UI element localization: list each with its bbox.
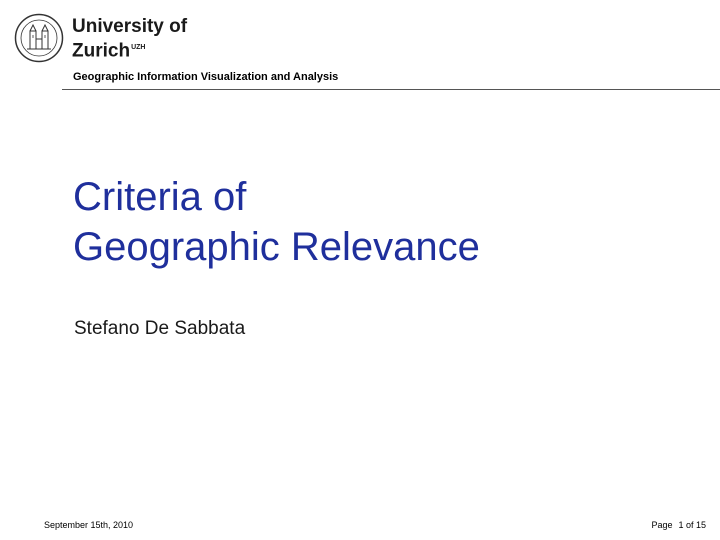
header-divider — [62, 89, 720, 90]
university-seal-icon — [14, 13, 64, 63]
slide-title: Criteria of Geographic Relevance — [73, 172, 480, 272]
slide-title-line2: Geographic Relevance — [73, 225, 480, 269]
university-name-line1: University of — [72, 16, 188, 37]
course-title: Geographic Information Visualization and… — [73, 71, 339, 83]
university-name-line2: ZurichUZH — [72, 37, 187, 61]
page-label: Page — [651, 520, 673, 530]
university-city: Zurich — [72, 40, 131, 62]
slide-header: University of ZurichUZH Geographic Infor… — [0, 0, 720, 92]
footer-date: September 15th, 2010 — [44, 520, 134, 530]
uzh-suffix: UZH — [131, 44, 146, 51]
author-name: Stefano De Sabbata — [74, 318, 246, 339]
university-name: University of ZurichUZH — [72, 16, 187, 61]
footer-page-number: Page 1 of 15 — [651, 520, 706, 530]
slide-title-line1: Criteria of — [73, 175, 247, 219]
page-value: 1 of 15 — [678, 520, 706, 530]
